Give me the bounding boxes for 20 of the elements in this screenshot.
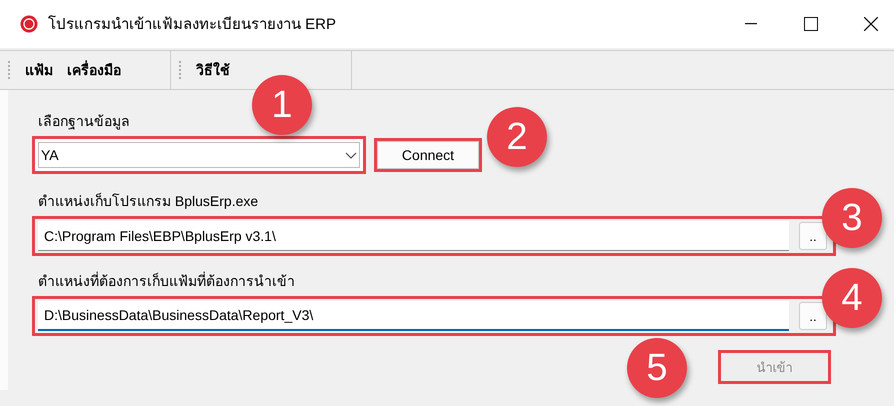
field-label: ตำแหน่งที่ต้องการเก็บแฟ้มที่ต้องการนำเข้า (38, 270, 296, 291)
connect-button[interactable]: Connect (374, 138, 482, 172)
close-icon (864, 17, 878, 31)
field-label: ตำแหน่งเก็บโปรแกรม BplusErp.exe (38, 192, 260, 211)
menu-item[interactable]: เครื่องมือ (67, 57, 121, 83)
browse-button[interactable]: .. (799, 302, 827, 330)
window-title: โปรแกรมนำเข้าแฟ้มลงทะเบียนรายงาน ERP (48, 14, 338, 35)
database-dropdown[interactable]: YA (35, 139, 363, 171)
path-field[interactable]: C:\Program Files\EBP\BplusErp v3.1\ (38, 221, 789, 251)
field-label: เลือกฐานข้อมูล (38, 112, 131, 132)
maximize-icon (804, 17, 818, 31)
browse-button[interactable]: .. (799, 222, 827, 250)
menu-item[interactable]: วิธีใช้ (196, 57, 230, 83)
grip-icon[interactable] (179, 59, 182, 81)
app-logo-icon (20, 15, 38, 33)
grip-icon[interactable] (8, 59, 11, 81)
minimize-icon (745, 23, 757, 25)
path-field[interactable]: D:\BusinessData\BusinessData\Report_V3\ (38, 301, 789, 331)
menu-item[interactable]: แฟ้ม (25, 57, 53, 83)
chevron-down-icon (345, 152, 357, 158)
